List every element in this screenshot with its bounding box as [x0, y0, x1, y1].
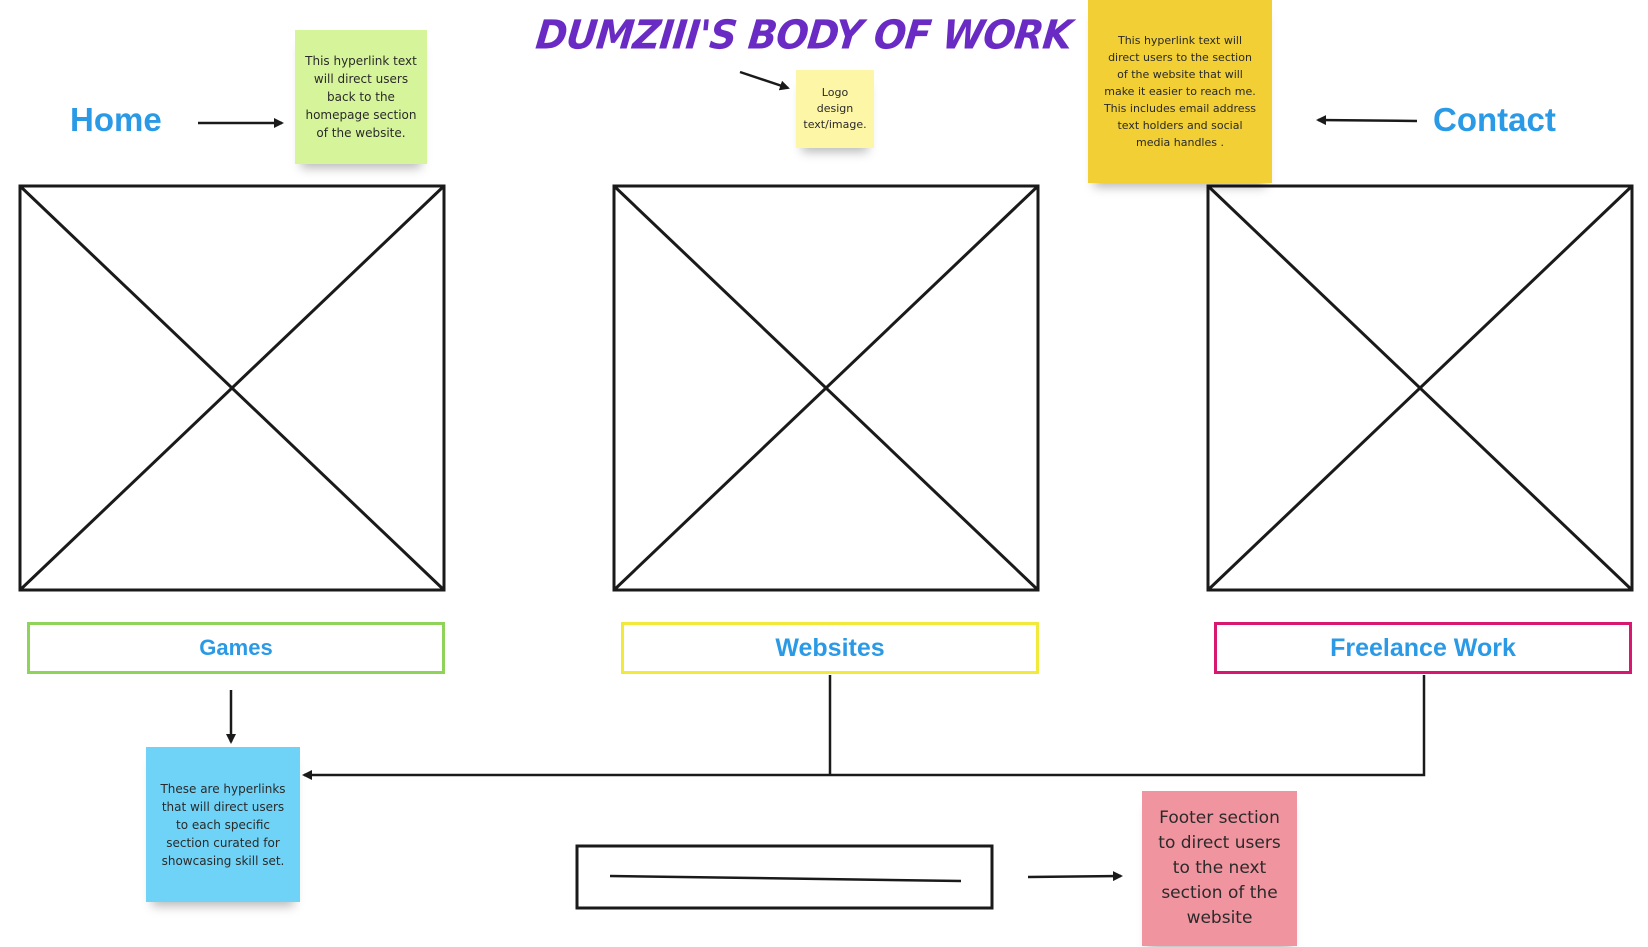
- sticky-note-home-text: This hyperlink text will direct users ba…: [305, 54, 417, 140]
- sticky-note-logo: Logo design text/image.: [796, 70, 874, 148]
- section-button-games[interactable]: Games: [27, 622, 445, 674]
- image-placeholder-freelance: [1206, 184, 1634, 592]
- section-button-websites[interactable]: Websites: [621, 622, 1039, 674]
- page-title: DUMZIII'S BODY OF WORK: [533, 11, 1074, 59]
- section-label-websites: Websites: [775, 633, 885, 662]
- section-label-freelance: Freelance Work: [1330, 633, 1516, 662]
- image-placeholder-games: [18, 184, 446, 592]
- sticky-note-contact: This hyperlink text will direct users to…: [1088, 0, 1272, 183]
- arrow-footer-to-note: [1027, 871, 1123, 882]
- sticky-note-footer: Footer section to direct users to the ne…: [1142, 791, 1297, 946]
- sticky-note-hyperlinks: These are hyperlinks that will direct us…: [146, 747, 300, 902]
- footer-placeholder: [575, 844, 994, 910]
- arrow-contact-to-note: [1316, 115, 1418, 126]
- sticky-note-footer-text: Footer section to direct users to the ne…: [1158, 808, 1281, 928]
- sticky-note-contact-text: This hyperlink text will direct users to…: [1103, 34, 1257, 149]
- image-placeholder-websites: [612, 184, 1040, 592]
- sticky-note-hyperlinks-text: These are hyperlinks that will direct us…: [160, 781, 286, 868]
- connector-freelance: [830, 675, 1426, 777]
- section-label-games: Games: [199, 635, 273, 660]
- sticky-note-home: This hyperlink text will direct users ba…: [295, 30, 427, 164]
- nav-link-contact[interactable]: Contact: [1433, 100, 1556, 140]
- section-button-freelance[interactable]: Freelance Work: [1214, 622, 1632, 674]
- arrow-title-to-logo-note: [739, 70, 790, 91]
- sticky-note-logo-text: Logo design text/image.: [803, 86, 867, 131]
- nav-link-home[interactable]: Home: [70, 100, 162, 140]
